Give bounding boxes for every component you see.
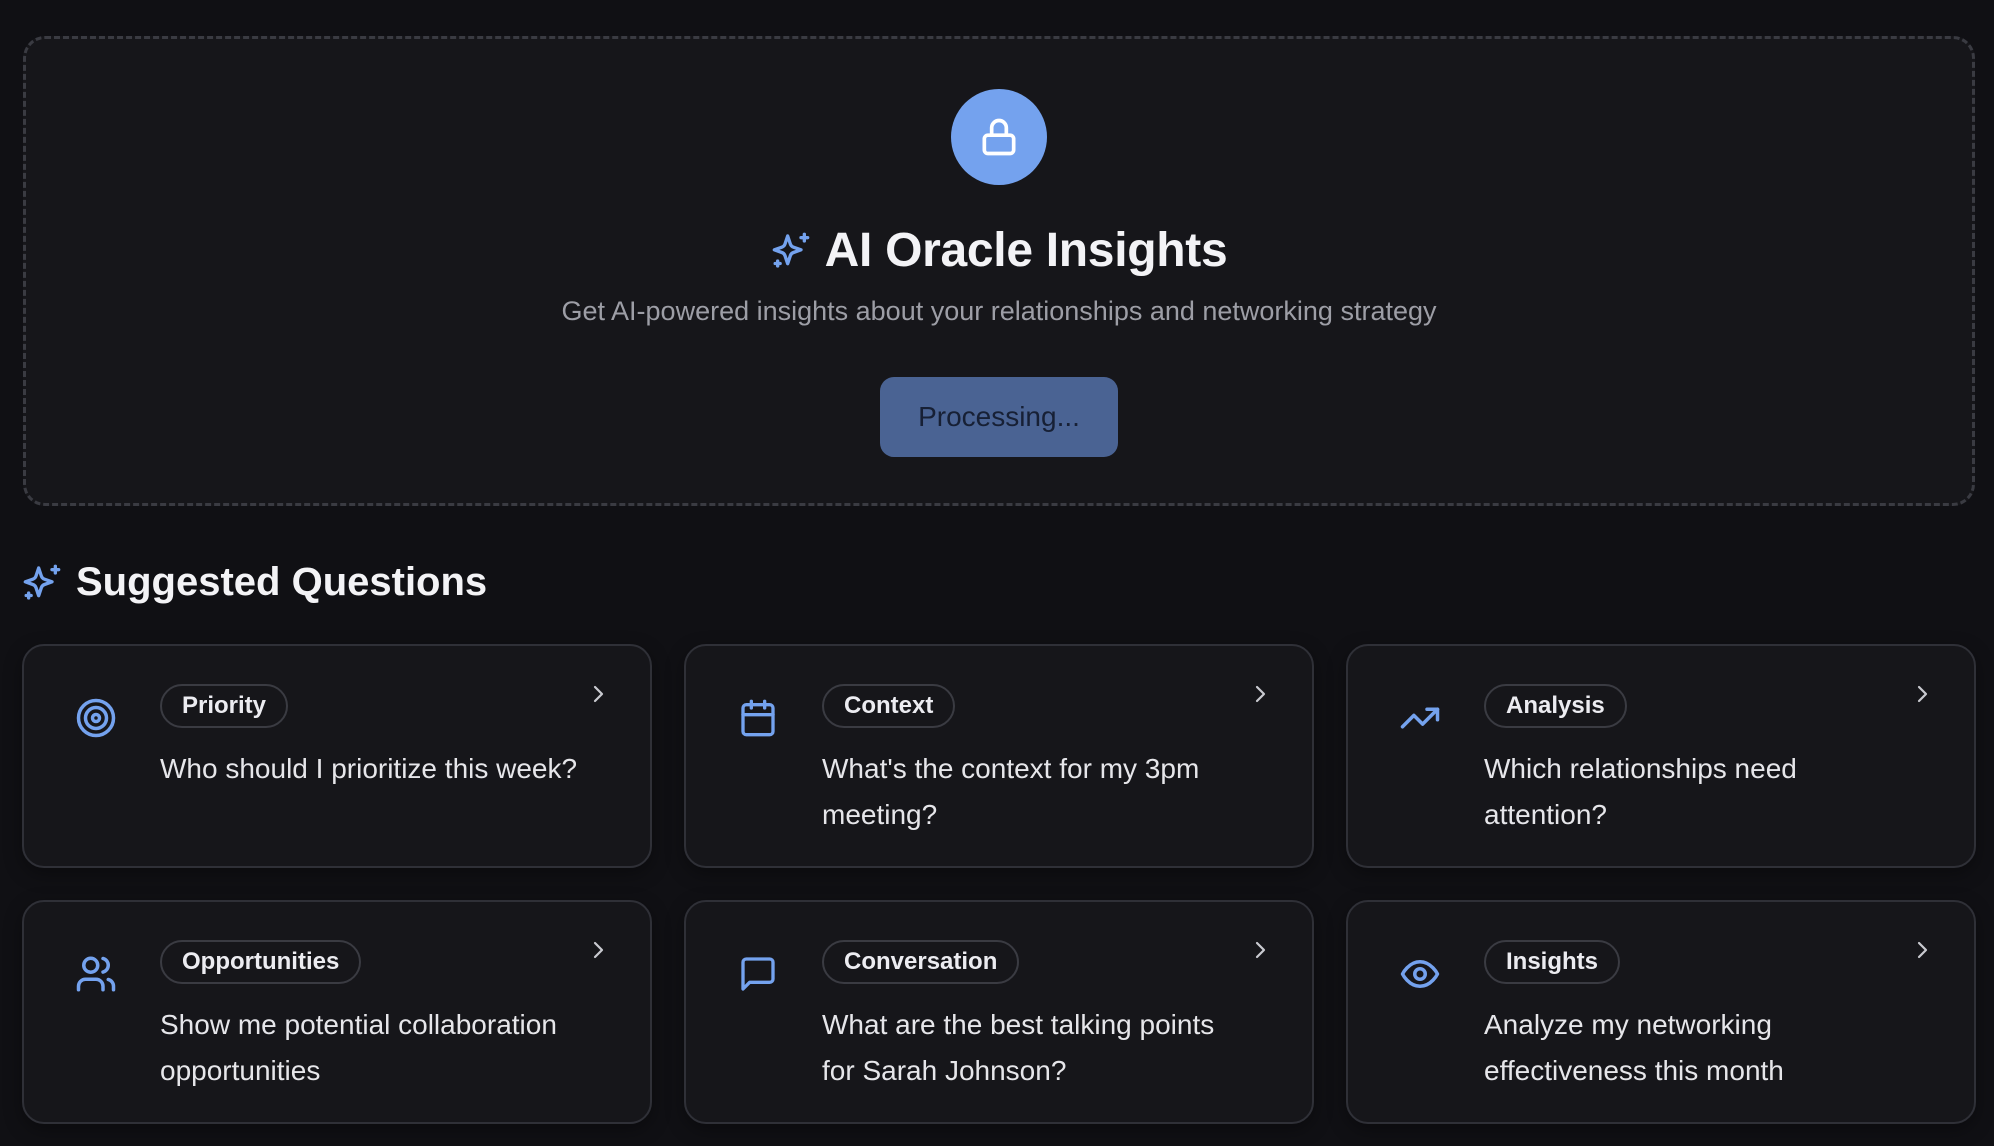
section-title: Suggested Questions — [76, 560, 488, 604]
question-card-analysis[interactable]: Analysis Which relationships need attent… — [1346, 644, 1976, 868]
sparkles-icon — [772, 232, 809, 268]
lock-icon — [982, 118, 1016, 156]
question-card-opportunities[interactable]: Opportunities Show me potential collabor… — [22, 900, 652, 1124]
chevron-right-icon — [1917, 685, 1928, 703]
question-text: Who should I prioritize this week? — [160, 753, 578, 784]
question-text: Show me potential collaboration opportun… — [160, 1009, 557, 1086]
users-icon — [74, 952, 118, 996]
question-card-priority[interactable]: Priority Who should I prioritize this we… — [22, 644, 652, 868]
question-card-insights[interactable]: Insights Analyze my networking effective… — [1346, 900, 1976, 1124]
chevron-right-icon — [1255, 941, 1266, 959]
sparkles-icon — [23, 564, 61, 600]
target-icon — [74, 696, 118, 740]
question-text: Analyze my networking effectiveness this… — [1484, 1009, 1784, 1086]
trending-up-icon — [1398, 696, 1442, 740]
suggested-questions-header: Suggested Questions — [22, 560, 487, 605]
category-tag: Insights — [1484, 940, 1621, 984]
category-tag: Opportunities — [160, 940, 362, 984]
question-text: What are the best talking points for Sar… — [822, 1009, 1215, 1086]
chevron-right-icon — [1917, 941, 1928, 959]
question-text: What's the context for my 3pm meeting? — [822, 753, 1200, 830]
question-card-context[interactable]: Context What's the context for my 3pm me… — [684, 644, 1314, 868]
page-title: AI Oracle Insights — [824, 224, 1228, 277]
eye-icon — [1398, 952, 1442, 996]
category-tag: Priority — [160, 684, 289, 728]
calendar-icon — [736, 696, 780, 740]
category-tag: Context — [822, 684, 956, 728]
page-subtitle: Get AI-powered insights about your relat… — [561, 296, 1437, 326]
message-square-icon — [736, 952, 780, 996]
hero-title-row: AI Oracle Insights — [771, 223, 1228, 278]
question-card-conversation[interactable]: Conversation What are the best talking p… — [684, 900, 1314, 1124]
chevron-right-icon — [593, 941, 604, 959]
processing-button[interactable]: Processing... — [880, 377, 1118, 457]
lock-badge — [951, 89, 1047, 185]
category-tag: Conversation — [822, 940, 1020, 984]
chevron-right-icon — [593, 685, 604, 703]
question-text: Which relationships need attention? — [1484, 753, 1797, 830]
chevron-right-icon — [1255, 685, 1266, 703]
category-tag: Analysis — [1484, 684, 1627, 728]
oracle-hero-panel: AI Oracle Insights Get AI-powered insigh… — [23, 36, 1975, 506]
page: AI Oracle Insights Get AI-powered insigh… — [0, 0, 1994, 1146]
